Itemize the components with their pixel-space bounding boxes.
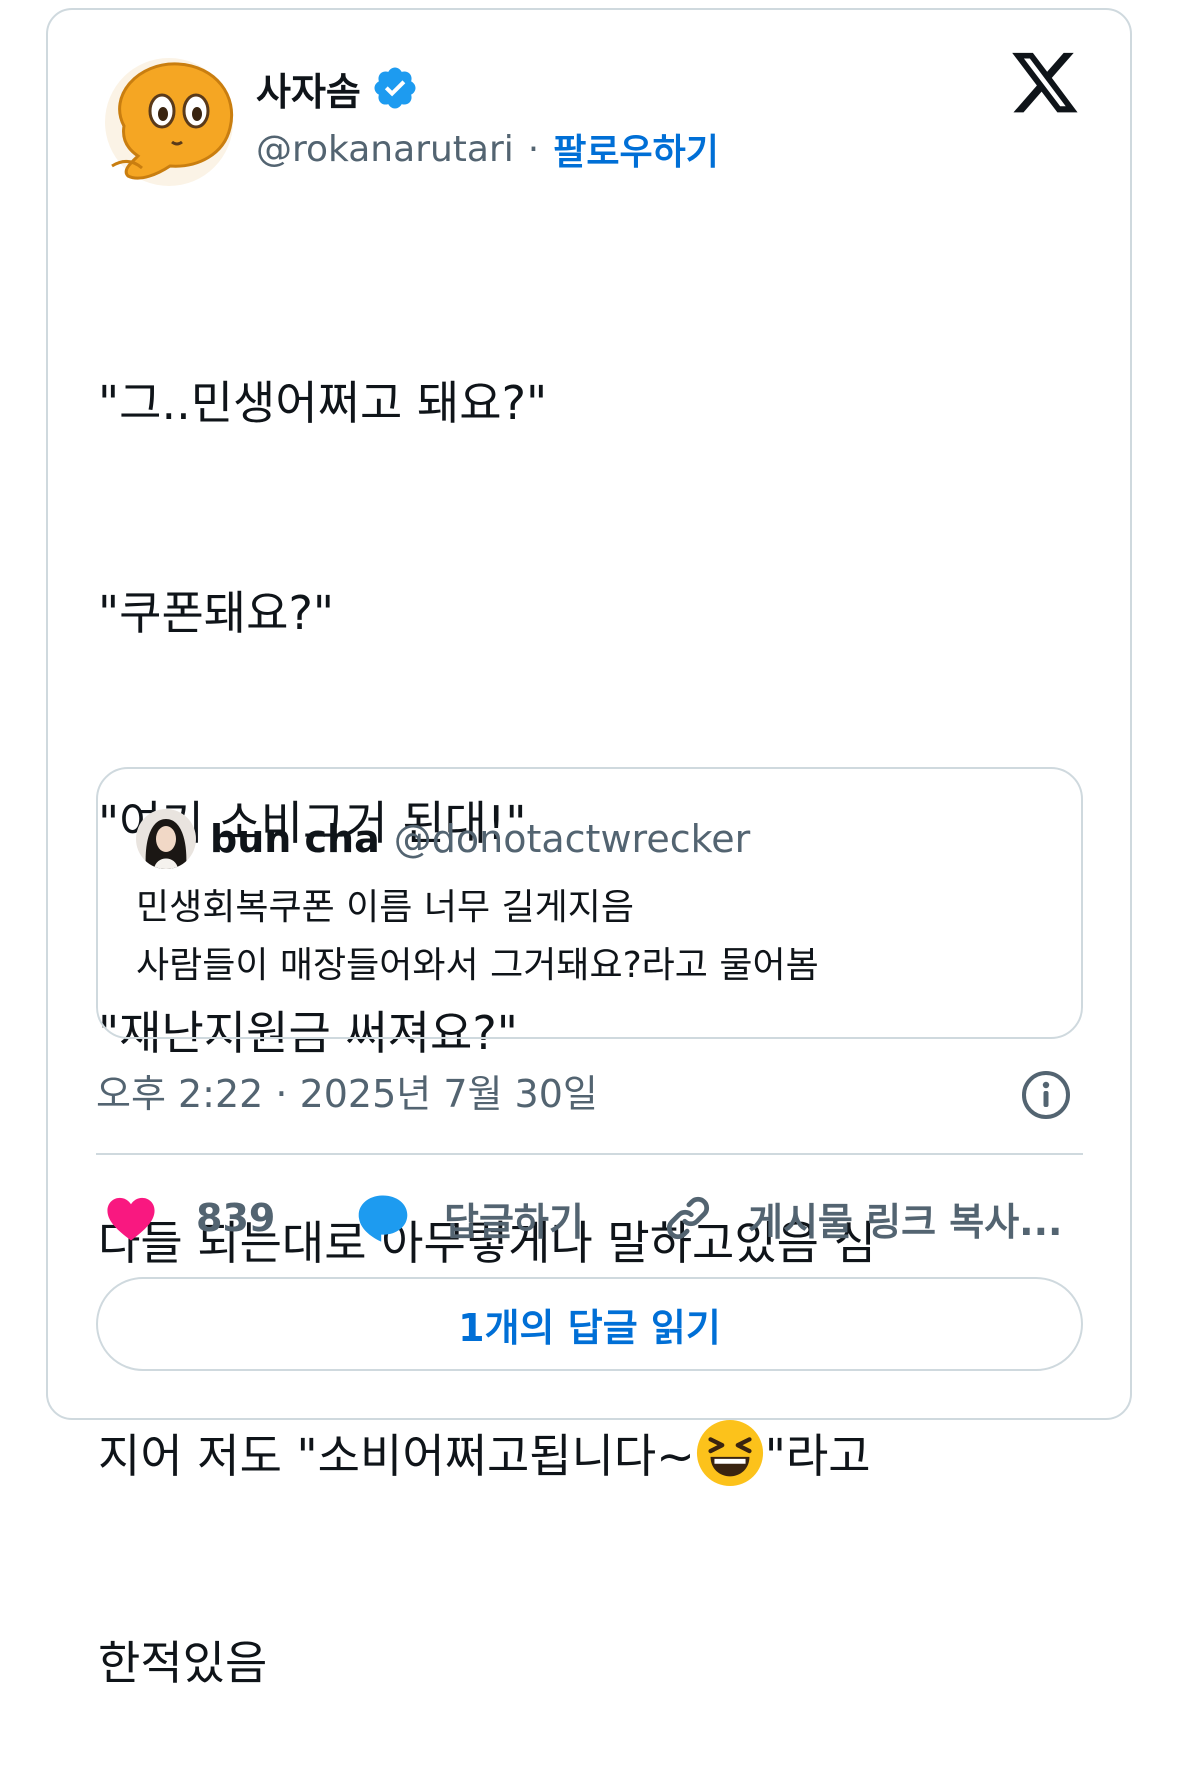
- author-name[interactable]: 사자솜: [256, 61, 361, 116]
- follow-button[interactable]: 팔로우하기: [553, 123, 719, 175]
- author-handle-row: @rokanarutari · 팔로우하기: [256, 124, 719, 174]
- quoted-author-name: bun cha: [210, 817, 380, 861]
- copy-link-button[interactable]: 게시물 링크 복사...: [662, 1186, 1063, 1250]
- separator-dot: ·: [527, 128, 540, 170]
- x-logo-icon[interactable]: [1012, 52, 1080, 116]
- link-icon: [666, 1196, 710, 1240]
- tweet-line: "쿠폰돼요?": [98, 586, 335, 640]
- reply-button[interactable]: 답글하기: [356, 1186, 584, 1250]
- speech-bubble-icon: [358, 1195, 408, 1242]
- orange-blob-avatar-icon: [105, 58, 233, 186]
- quoted-tweet[interactable]: bun cha @donotactwrecker 민생회복쿠폰 이름 너무 길게…: [96, 767, 1083, 1039]
- like-count: 839: [196, 1196, 276, 1240]
- author-name-row[interactable]: 사자솜: [256, 60, 419, 116]
- tweet-line-with-emoji: 지어 저도 "소비어쩌고됩니다~ "라고: [98, 1418, 1058, 1488]
- heart-icon: [107, 1197, 155, 1241]
- like-button[interactable]: 839: [104, 1186, 275, 1250]
- copy-link-label: 게시물 링크 복사...: [748, 1199, 1063, 1244]
- divider: [96, 1153, 1083, 1155]
- quoted-author-handle: @donotactwrecker: [393, 817, 751, 861]
- reply-label: 답글하기: [444, 1199, 584, 1244]
- tweet-line: "그..민생어쩌고 돼요?": [98, 376, 548, 430]
- info-icon[interactable]: [1019, 1068, 1073, 1122]
- quoted-tweet-line: 민생회복쿠폰 이름 너무 길게지음: [136, 887, 635, 928]
- quoted-tweet-text: 민생회복쿠폰 이름 너무 길게지음 사람들이 매장들어와서 그거돼요?라고 물어…: [136, 879, 819, 995]
- tweet-line-part: "라고: [764, 1429, 871, 1483]
- action-bar: 839 답글하기 게시물 링크 복사...: [96, 1186, 1083, 1250]
- tweet-timestamp[interactable]: 오후 2:22 · 2025년 7월 30일: [96, 1066, 598, 1122]
- quoted-author-row: bun cha @donotactwrecker: [210, 809, 750, 869]
- verified-badge-icon: [374, 67, 416, 109]
- quoted-tweet-line: 사람들이 매장들어와서 그거돼요?라고 물어봄: [136, 945, 819, 986]
- tweet-line: 한적있음: [98, 1636, 268, 1690]
- author-handle[interactable]: @rokanarutari: [256, 129, 514, 170]
- quoted-author-avatar: [136, 809, 196, 869]
- author-avatar[interactable]: [98, 56, 240, 188]
- grinning-squinting-face-emoji-icon: [696, 1419, 763, 1487]
- read-replies-button[interactable]: 1개의 답글 읽기: [96, 1277, 1083, 1371]
- tweet-line-part: 지어 저도 "소비어쩌고됩니다~: [98, 1429, 695, 1483]
